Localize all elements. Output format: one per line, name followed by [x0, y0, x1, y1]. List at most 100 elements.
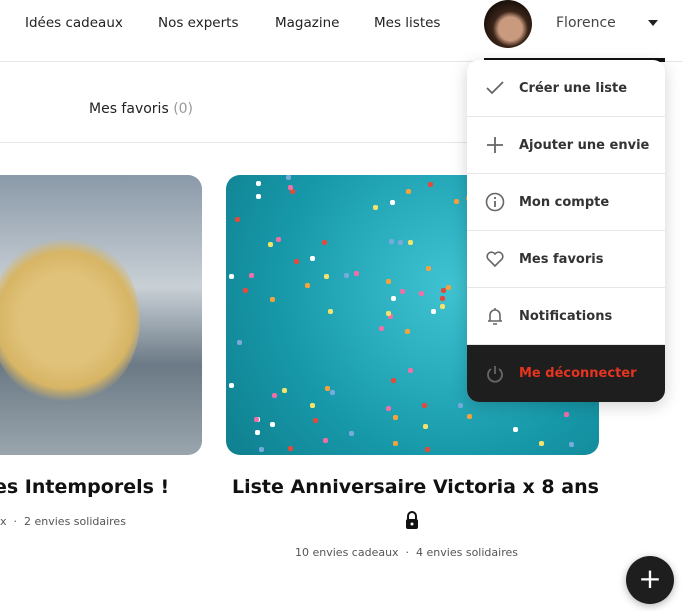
avatar[interactable] — [484, 0, 532, 48]
confetti-piece — [390, 199, 396, 205]
confetti-piece — [323, 273, 329, 279]
confetti-piece — [324, 385, 330, 391]
confetti-piece — [564, 411, 570, 417]
heart-icon — [486, 251, 504, 268]
confetti-piece — [440, 303, 446, 309]
confetti-piece — [329, 389, 335, 395]
confetti-piece — [310, 256, 316, 262]
menu-item-mes-favoris[interactable]: Mes favoris — [467, 231, 665, 288]
confetti-piece — [400, 289, 406, 295]
confetti-piece — [373, 204, 379, 210]
confetti-piece — [423, 424, 429, 430]
balloons-image — [0, 235, 140, 405]
power-icon — [487, 365, 503, 383]
confetti-piece — [349, 430, 355, 436]
bell-icon — [488, 308, 502, 325]
confetti-piece — [287, 185, 293, 191]
confetti-piece — [379, 326, 385, 332]
confetti-piece — [390, 295, 396, 301]
card-meta: 10 envies cadeaux · 4 envies solidaires — [295, 546, 518, 559]
confetti-piece — [513, 426, 519, 432]
confetti-piece — [428, 181, 434, 187]
check-icon — [486, 81, 504, 95]
confetti-piece — [344, 273, 350, 279]
confetti-piece — [568, 441, 574, 447]
menu-item-ajouter-envie[interactable]: Ajouter une envie — [467, 117, 665, 174]
confetti-piece — [430, 308, 436, 314]
confetti-piece — [328, 309, 334, 315]
confetti-piece — [269, 422, 275, 428]
confetti-piece — [386, 278, 392, 284]
plus-icon — [487, 137, 503, 153]
lock-icon — [406, 511, 418, 529]
confetti-piece — [258, 447, 264, 453]
confetti-piece — [304, 283, 310, 289]
menu-item-notifications[interactable]: Notifications — [467, 288, 665, 345]
nav-nos-experts[interactable]: Nos experts — [158, 15, 239, 31]
confetti-piece — [406, 189, 412, 195]
confetti-piece — [255, 429, 261, 435]
confetti-piece — [439, 296, 445, 302]
tab-mes-favoris[interactable]: Mes favoris (0) — [89, 101, 193, 117]
divider — [0, 142, 470, 143]
confetti-piece — [446, 285, 452, 291]
confetti-piece — [229, 382, 235, 388]
confetti-piece — [354, 271, 360, 277]
menu-item-creer-liste[interactable]: Créer une liste — [467, 60, 665, 117]
confetti-piece — [228, 273, 234, 279]
confetti-piece — [249, 272, 255, 278]
confetti-piece — [282, 387, 288, 393]
menu-item-mon-compte[interactable]: Mon compte — [467, 174, 665, 231]
confetti-piece — [407, 239, 413, 245]
confetti-piece — [418, 290, 424, 296]
top-nav: Idées cadeaux Nos experts Magazine Mes l… — [0, 0, 683, 62]
confetti-piece — [236, 340, 242, 346]
confetti-piece — [407, 368, 413, 374]
confetti-piece — [255, 180, 261, 186]
confetti-piece — [424, 447, 430, 453]
caret-down-icon[interactable] — [648, 20, 658, 26]
confetti-piece — [453, 198, 459, 204]
confetti-piece — [268, 242, 274, 248]
add-fab-button[interactable]: + — [626, 556, 674, 604]
tab-label: Mes favoris — [89, 101, 169, 117]
confetti-piece — [425, 265, 431, 271]
confetti-piece — [294, 258, 299, 264]
confetti-piece — [270, 297, 276, 303]
confetti-piece — [539, 441, 545, 447]
confetti-piece — [313, 418, 319, 424]
confetti-piece — [275, 236, 281, 242]
confetti-piece — [386, 405, 392, 411]
confetti-piece — [243, 288, 249, 294]
nav-magazine[interactable]: Magazine — [275, 15, 339, 31]
user-name[interactable]: Florence — [556, 15, 616, 31]
card-title[interactable]: Liste Anniversaire Victoria x 8 ans — [232, 476, 599, 498]
confetti-piece — [393, 440, 399, 446]
confetti-piece — [422, 403, 428, 409]
card-meta: x · 2 envies solidaires — [0, 515, 126, 528]
user-dropdown-menu: Créer une liste Ajouter une envie Mon co… — [467, 60, 665, 402]
nav-idees-cadeaux[interactable]: Idées cadeaux — [25, 15, 123, 31]
confetti-piece — [385, 311, 391, 317]
confetti-piece — [388, 238, 394, 244]
confetti-piece — [390, 378, 396, 384]
confetti-piece — [234, 217, 240, 223]
confetti-piece — [309, 403, 315, 409]
confetti-piece — [392, 414, 398, 420]
info-icon — [485, 192, 505, 212]
list-card-image[interactable] — [0, 175, 202, 455]
confetti-piece — [322, 240, 328, 246]
confetti-piece — [397, 239, 403, 245]
confetti-piece — [457, 403, 463, 409]
nav-mes-listes[interactable]: Mes listes — [374, 15, 440, 31]
confetti-piece — [288, 446, 294, 452]
confetti-piece — [271, 393, 277, 399]
confetti-piece — [405, 329, 410, 335]
menu-item-deconnecter[interactable]: Me déconnecter — [467, 345, 665, 402]
confetti-piece — [256, 193, 262, 199]
tab-count: (0) — [173, 101, 194, 117]
card-title[interactable]: es Intemporels ! — [0, 476, 169, 498]
confetti-piece — [286, 175, 292, 181]
confetti-piece — [467, 414, 473, 420]
confetti-piece — [323, 438, 329, 444]
